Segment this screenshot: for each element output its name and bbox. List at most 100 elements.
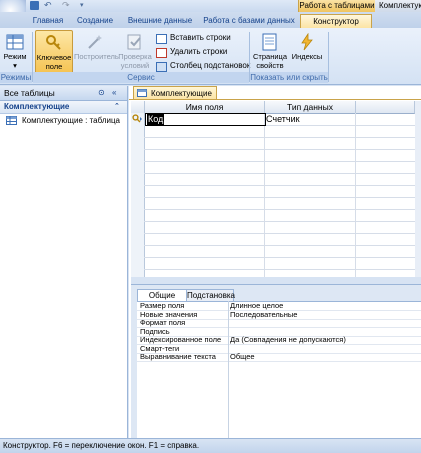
undo-icon[interactable]: ↶ [44, 1, 53, 10]
test-validation-label-2: условий [120, 61, 150, 70]
table-icon [6, 116, 17, 125]
delete-rows-icon [156, 48, 167, 58]
grid-row-line [144, 149, 415, 150]
property-sheet-icon [262, 33, 277, 51]
property-value[interactable] [230, 328, 418, 336]
grid-row-line [144, 233, 415, 234]
check-rules-icon [127, 34, 141, 50]
builder-button[interactable]: Построитель [74, 30, 119, 72]
view-button-label: Режим [3, 52, 27, 61]
tab-external-data[interactable]: Внешние данные [124, 14, 196, 28]
tab-design[interactable]: Конструктор [300, 14, 372, 29]
grid-row-line [144, 137, 415, 138]
property-name: Размер поля [140, 302, 185, 310]
property-name: Подпись [140, 327, 170, 336]
indexes-button[interactable]: Индексы [290, 30, 324, 72]
lookup-column-icon [156, 62, 167, 72]
navigation-pane-header[interactable]: Все таблицы ⊙ « [0, 86, 127, 101]
nav-group-header[interactable]: Комплектующие ⌃ [0, 101, 127, 114]
pane-splitter[interactable] [131, 277, 421, 284]
column-header-description[interactable] [356, 101, 415, 114]
property-value[interactable]: Длинное целое [230, 302, 418, 310]
test-validation-button[interactable]: Проверка условий [118, 30, 152, 72]
row-selector-column [131, 113, 144, 277]
grid-row-line [144, 257, 415, 258]
property-sheet-label-2: свойств [256, 61, 284, 70]
lightning-icon [301, 33, 313, 51]
property-value[interactable]: Последовательные [230, 311, 418, 319]
group-label-service: Сервис [33, 72, 249, 83]
grid-row-line [144, 197, 415, 198]
navigation-pane [0, 86, 128, 438]
primary-key-label-1: Ключевое [36, 53, 72, 62]
quick-access-dropdown-icon[interactable]: ▾ [80, 1, 89, 10]
grid-row-line [144, 245, 415, 246]
group-divider [328, 32, 329, 82]
properties-divider [228, 301, 229, 438]
nav-group-label: Комплектующие [4, 102, 70, 111]
property-sheet-button[interactable]: Страница свойств [252, 30, 288, 72]
group-label-show-hide: Показать или скрыть [250, 72, 328, 83]
grid-row-line [144, 185, 415, 186]
document-tab-underline [129, 99, 421, 100]
builder-label: Построитель [74, 52, 119, 61]
lookup-column-button[interactable]: Столбец подстановок [156, 60, 250, 72]
primary-key-button[interactable]: Ключевое поле [35, 30, 73, 74]
property-name: Формат поля [140, 319, 186, 327]
property-value[interactable]: Общее [230, 353, 418, 361]
navigation-pane-title: Все таблицы [4, 88, 55, 98]
builder-wand-icon [88, 35, 102, 49]
key-icon [132, 114, 142, 123]
document-tab[interactable]: Комплектующие [133, 86, 217, 100]
view-button[interactable]: Режим ▾ [2, 30, 28, 72]
primary-key-row-indicator[interactable] [132, 114, 143, 124]
chevron-down-icon: ▾ [13, 61, 17, 70]
save-icon[interactable] [30, 1, 39, 10]
grid-scrollbar[interactable] [415, 101, 421, 277]
nav-item-label: Комплектующие : таблица [22, 116, 120, 125]
table-icon [137, 89, 147, 97]
property-row[interactable]: Выравнивание текста Общее [137, 353, 421, 362]
grid-row-line [144, 221, 415, 222]
tab-create[interactable]: Создание [72, 14, 118, 28]
collapse-pane-icon[interactable]: « [112, 87, 116, 99]
data-type-value: Счетчик [266, 114, 300, 124]
nav-item-table[interactable]: Комплектующие : таблица [6, 115, 124, 127]
chevron-down-icon[interactable]: ⊙ [98, 87, 105, 99]
tab-database-tools[interactable]: Работа с базами данных [200, 14, 298, 28]
grid-row-line [144, 161, 415, 162]
indexes-label: Индексы [291, 52, 323, 61]
tab-home[interactable]: Главная [30, 14, 66, 28]
property-sheet-label-1: Страница [253, 52, 287, 61]
property-value[interactable]: Да (Совпадения не допускаются) [230, 336, 418, 344]
grid-row-line [144, 269, 415, 270]
context-tab-group: Работа с таблицами [298, 0, 375, 12]
redo-icon[interactable]: ↷ [62, 1, 71, 10]
property-name: Новые значения [140, 310, 198, 319]
insert-rows-icon [156, 34, 167, 44]
property-name: Смарт-теги [140, 344, 180, 353]
key-icon [46, 35, 61, 50]
delete-rows-label: Удалить строки [170, 47, 228, 56]
grid-row-line [144, 209, 415, 210]
property-value[interactable] [230, 319, 418, 327]
property-value[interactable] [230, 345, 418, 353]
delete-rows-button[interactable]: Удалить строки [156, 46, 227, 58]
collapse-group-icon[interactable]: ⌃ [114, 101, 120, 113]
table-view-icon [6, 34, 24, 50]
lookup-column-label: Столбец подстановок [170, 61, 251, 70]
grid-row-line [144, 173, 415, 174]
data-type-cell[interactable]: Счетчик [266, 113, 354, 125]
primary-key-label-2: поле [45, 62, 63, 71]
insert-rows-label: Вставить строки [170, 33, 231, 42]
property-name: Выравнивание текста [140, 353, 216, 361]
insert-rows-button[interactable]: Вставить строки [156, 32, 231, 44]
field-name-cell[interactable]: Код [145, 113, 266, 126]
status-bar: Конструктор. F6 = переключение окон. F1 … [0, 438, 421, 453]
field-design-grid [131, 101, 421, 277]
field-name-value: Код [147, 114, 165, 125]
group-label-views: Режимы [0, 72, 32, 83]
property-name: Индексированное поле [140, 336, 222, 344]
test-validation-label-1: Проверка [118, 52, 152, 61]
window-title: Комплектую [375, 0, 421, 12]
